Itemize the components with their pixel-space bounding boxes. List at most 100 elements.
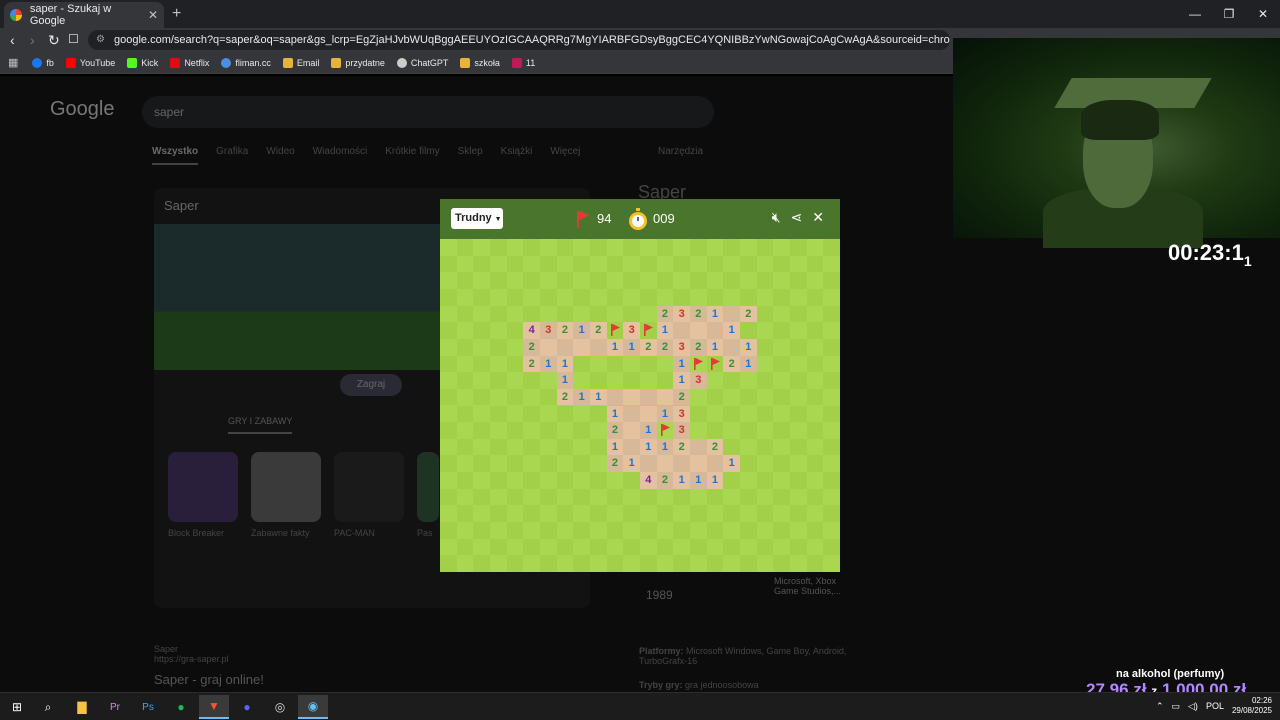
hidden-cell[interactable] <box>690 272 707 289</box>
hidden-cell[interactable] <box>773 355 790 373</box>
hidden-cell[interactable] <box>690 538 707 556</box>
hidden-cell[interactable] <box>673 555 690 572</box>
hidden-cell[interactable] <box>773 388 790 406</box>
hidden-cell[interactable] <box>573 288 590 306</box>
hidden-cell[interactable] <box>573 455 590 473</box>
hidden-cell[interactable] <box>506 288 524 306</box>
revealed-cell[interactable]: 2 <box>606 422 624 439</box>
show-hidden-icons-icon[interactable]: ⌃ <box>1156 701 1164 712</box>
hidden-cell[interactable] <box>606 288 624 306</box>
hidden-cell[interactable] <box>706 555 724 572</box>
hidden-cell[interactable] <box>490 272 507 289</box>
revealed-cell[interactable]: 3 <box>673 305 690 323</box>
revealed-cell[interactable] <box>690 438 707 456</box>
hidden-cell[interactable] <box>456 388 474 406</box>
hidden-cell[interactable] <box>773 255 790 273</box>
hidden-cell[interactable] <box>723 405 740 423</box>
obs-icon[interactable]: ◎ <box>265 695 295 719</box>
play-button[interactable]: Zagraj <box>340 374 402 396</box>
revealed-cell[interactable]: 2 <box>523 338 540 356</box>
hidden-cell[interactable] <box>773 372 790 389</box>
hidden-cell[interactable] <box>440 438 457 456</box>
hidden-cell[interactable] <box>690 522 707 539</box>
hidden-cell[interactable] <box>490 522 507 539</box>
game-thumb-fun-facts[interactable] <box>251 452 321 522</box>
revealed-cell[interactable]: 1 <box>723 322 740 339</box>
hidden-cell[interactable] <box>540 255 557 273</box>
revealed-cell[interactable] <box>640 388 657 406</box>
hidden-cell[interactable] <box>706 522 724 539</box>
hidden-cell[interactable] <box>740 538 757 556</box>
hidden-cell[interactable] <box>640 272 657 289</box>
hidden-cell[interactable] <box>640 255 657 273</box>
revealed-cell[interactable]: 1 <box>573 322 590 339</box>
hidden-cell[interactable] <box>756 522 774 539</box>
hidden-cell[interactable] <box>506 239 524 256</box>
clock[interactable]: 02:26 29/08/2025 <box>1232 696 1272 716</box>
hidden-cell[interactable] <box>640 239 657 256</box>
hidden-cell[interactable] <box>556 305 574 323</box>
google-logo[interactable]: Google <box>50 98 115 121</box>
hidden-cell[interactable] <box>456 305 474 323</box>
hidden-cell[interactable] <box>490 472 507 489</box>
hidden-cell[interactable] <box>656 272 674 289</box>
revealed-cell[interactable]: 1 <box>740 355 757 373</box>
hidden-cell[interactable] <box>523 288 540 306</box>
revealed-cell[interactable]: 2 <box>656 338 674 356</box>
hidden-cell[interactable] <box>540 388 557 406</box>
hidden-cell[interactable] <box>740 255 757 273</box>
language-indicator[interactable]: POL <box>1206 701 1224 711</box>
hidden-cell[interactable] <box>640 488 657 506</box>
bookmark-szkola[interactable]: szkoła <box>460 57 500 68</box>
hidden-cell[interactable] <box>606 505 624 523</box>
hidden-cell[interactable] <box>490 538 507 556</box>
revealed-cell[interactable]: 2 <box>556 388 574 406</box>
hidden-cell[interactable] <box>823 272 840 289</box>
hidden-cell[interactable] <box>806 555 824 572</box>
hidden-cell[interactable] <box>590 555 607 572</box>
hidden-cell[interactable] <box>473 322 490 339</box>
revealed-cell[interactable] <box>590 338 607 356</box>
revealed-cell[interactable]: 2 <box>606 455 624 473</box>
share-icon[interactable]: ⋖ <box>791 209 803 226</box>
hidden-cell[interactable] <box>506 388 524 406</box>
hidden-cell[interactable] <box>823 422 840 439</box>
hidden-cell[interactable] <box>823 322 840 339</box>
hidden-cell[interactable] <box>573 305 590 323</box>
hidden-cell[interactable] <box>623 255 640 273</box>
hidden-cell[interactable] <box>790 405 807 423</box>
hidden-cell[interactable] <box>556 488 574 506</box>
hidden-cell[interactable] <box>773 555 790 572</box>
hidden-cell[interactable] <box>806 255 824 273</box>
hidden-cell[interactable] <box>656 555 674 572</box>
revealed-cell[interactable]: 2 <box>590 322 607 339</box>
close-window-button[interactable]: ✕ <box>1246 0 1280 28</box>
minimize-button[interactable]: — <box>1178 0 1212 28</box>
revealed-cell[interactable]: 1 <box>556 372 574 389</box>
hidden-cell[interactable] <box>440 405 457 423</box>
hidden-cell[interactable] <box>523 405 540 423</box>
hidden-cell[interactable] <box>523 488 540 506</box>
hidden-cell[interactable] <box>823 255 840 273</box>
hidden-cell[interactable] <box>656 372 674 389</box>
bookmark-icon[interactable]: ☐ <box>68 32 79 46</box>
hidden-cell[interactable] <box>456 472 474 489</box>
hidden-cell[interactable] <box>706 239 724 256</box>
flagged-cell[interactable] <box>640 322 657 339</box>
hidden-cell[interactable] <box>806 505 824 523</box>
hidden-cell[interactable] <box>590 505 607 523</box>
hidden-cell[interactable] <box>540 305 557 323</box>
hidden-cell[interactable] <box>440 288 457 306</box>
hidden-cell[interactable] <box>823 505 840 523</box>
hidden-cell[interactable] <box>623 288 640 306</box>
bookmark-youtube[interactable]: YouTube <box>65 57 115 68</box>
forward-button[interactable]: › <box>30 32 35 48</box>
hidden-cell[interactable] <box>790 455 807 473</box>
revealed-cell[interactable] <box>673 322 690 339</box>
close-tab-icon[interactable]: ✕ <box>148 8 158 22</box>
revealed-cell[interactable] <box>573 338 590 356</box>
hidden-cell[interactable] <box>540 555 557 572</box>
hidden-cell[interactable] <box>723 372 740 389</box>
hidden-cell[interactable] <box>456 505 474 523</box>
hidden-cell[interactable] <box>440 472 457 489</box>
